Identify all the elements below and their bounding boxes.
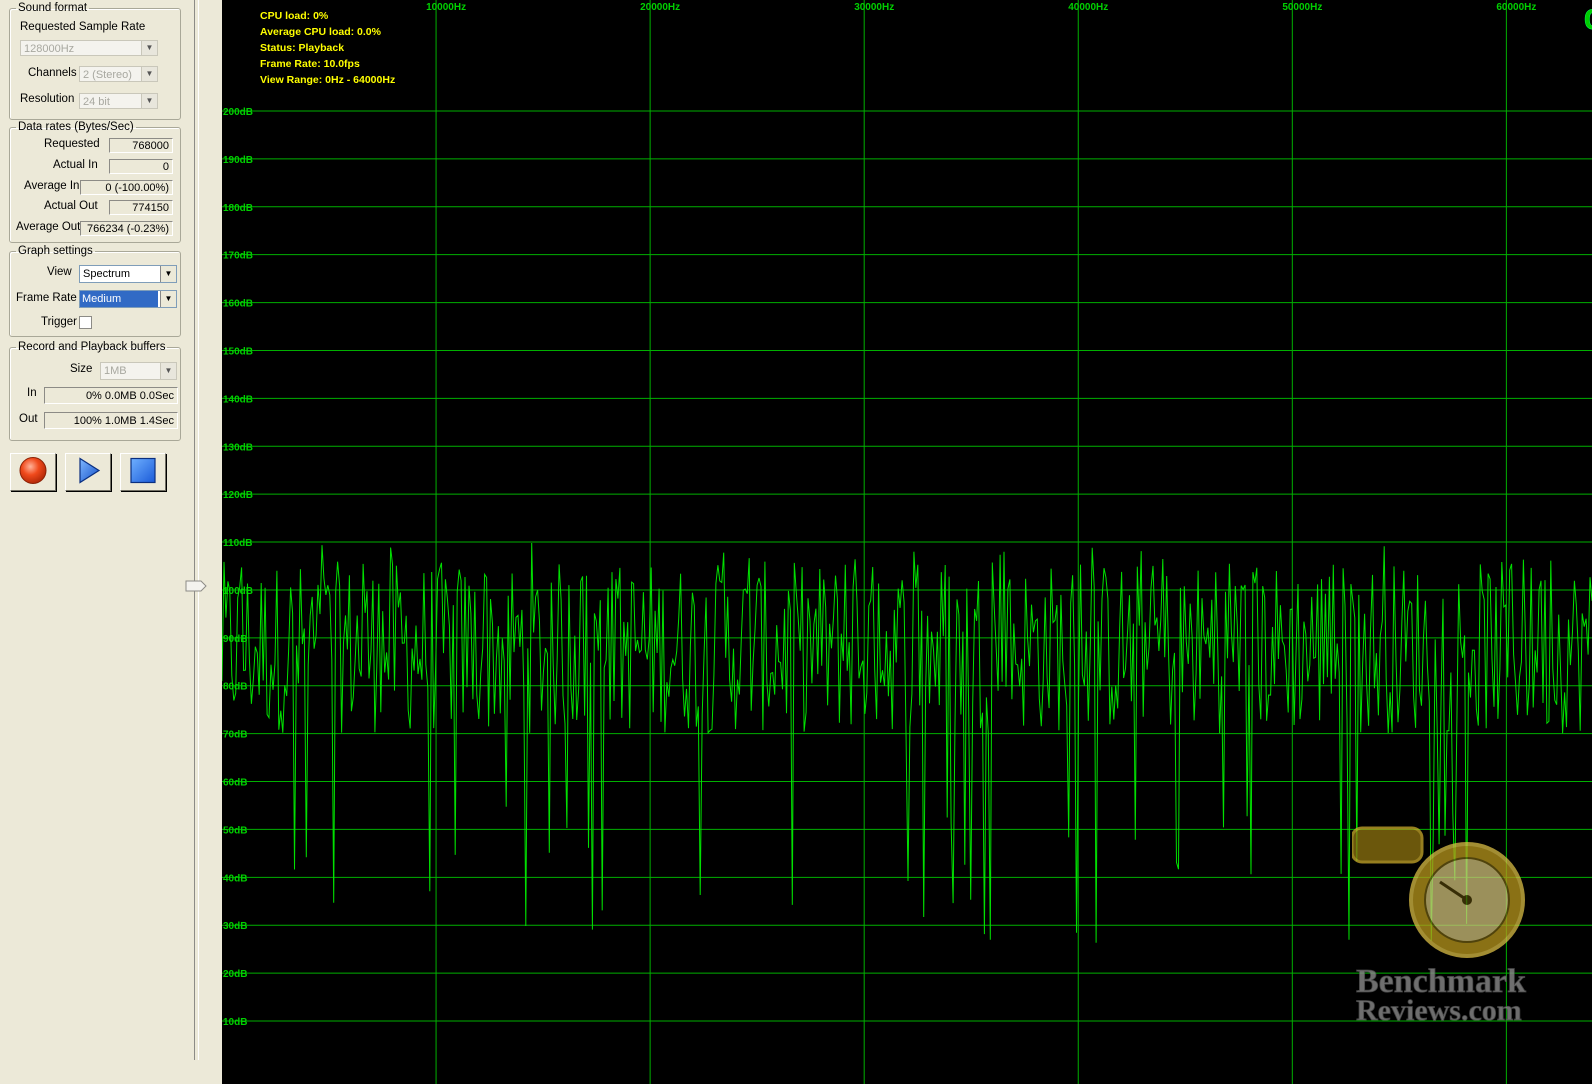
y-tick-label: 50dB <box>223 825 247 836</box>
stop-icon <box>128 456 158 489</box>
view-value: Spectrum <box>83 268 131 280</box>
channels-value: 2 (Stereo) <box>83 69 132 81</box>
frame-rate-label: Frame Rate <box>16 292 77 304</box>
y-tick-label: 20dB <box>223 969 247 980</box>
resolution-select[interactable]: 24 bit ▼ <box>79 93 158 109</box>
view-range-text: View Range: 0Hz - 64000Hz <box>260 74 396 86</box>
chevron-down-icon: ▼ <box>141 67 157 81</box>
actual-out-label: Actual Out <box>44 200 98 212</box>
sound-format-legend: Sound format <box>18 2 88 14</box>
trigger-checkbox[interactable] <box>79 316 92 329</box>
frame-rate-text: Frame Rate: 10.0fps <box>260 58 360 70</box>
buffer-in-value: 0% 0.0MB 0.0Sec <box>44 387 178 404</box>
control-panel: Sound format Requested Sample Rate 12800… <box>0 0 222 1084</box>
average-out-value: 766234 (-0.23%) <box>80 221 173 236</box>
y-tick-label: 80dB <box>223 682 247 693</box>
y-tick-label: 110dB <box>223 538 252 549</box>
average-in-value: 0 (-100.00%) <box>80 180 173 195</box>
play-icon <box>73 456 103 489</box>
resolution-label: Resolution <box>20 93 75 105</box>
size-label: Size <box>70 363 93 375</box>
x-tick-label: 40000Hz <box>1068 2 1108 13</box>
turbo-gauge-icon <box>1352 826 1525 958</box>
buffer-out-value: 100% 1.0MB 1.4Sec <box>44 412 178 429</box>
buffer-size-select[interactable]: 1MB ▼ <box>100 362 177 380</box>
y-tick-label: 90dB <box>223 634 247 645</box>
out-logo-text: OUT <box>1584 5 1592 32</box>
y-tick-label: 200dB <box>223 107 253 118</box>
trigger-label: Trigger <box>41 316 77 328</box>
view-label: View <box>47 266 72 278</box>
sample-rate-value: 128000Hz <box>24 43 75 55</box>
cpu-load-text: CPU load: 0% <box>260 10 329 22</box>
x-tick-label: 20000Hz <box>640 2 680 13</box>
y-tick-label: 180dB <box>223 203 253 214</box>
view-select[interactable]: Spectrum ▼ <box>79 265 177 283</box>
buffer-size-value: 1MB <box>104 365 127 377</box>
x-tick-label: 50000Hz <box>1282 2 1322 13</box>
resolution-value: 24 bit <box>83 96 110 108</box>
y-tick-label: 70dB <box>223 730 247 741</box>
chevron-down-icon: ▼ <box>160 266 176 282</box>
out-label: Out <box>19 413 38 425</box>
y-tick-label: 170dB <box>223 251 253 262</box>
y-tick-label: 60dB <box>223 778 247 789</box>
frame-rate-value: Medium <box>80 291 158 307</box>
y-tick-label: 10dB <box>223 1017 247 1028</box>
x-tick-label: 30000Hz <box>854 2 894 13</box>
y-tick-label: 40dB <box>223 873 247 884</box>
channels-select[interactable]: 2 (Stereo) ▼ <box>79 66 158 82</box>
stop-button[interactable] <box>120 453 166 491</box>
actual-in-label: Actual In <box>53 159 98 171</box>
y-tick-label: 120dB <box>223 490 253 501</box>
y-tick-label: 130dB <box>223 442 253 453</box>
y-tick-label: 140dB <box>223 394 253 405</box>
requested-value: 768000 <box>109 138 173 153</box>
sample-rate-select[interactable]: 128000Hz ▼ <box>20 40 158 56</box>
chevron-down-icon: ▼ <box>141 41 157 55</box>
data-rates-legend: Data rates (Bytes/Sec) <box>18 121 134 133</box>
level-slider-track[interactable] <box>194 0 199 1060</box>
buffers-legend: Record and Playback buffers <box>18 341 166 353</box>
y-tick-label: 190dB <box>223 155 253 166</box>
chevron-down-icon: ▼ <box>160 291 176 307</box>
y-tick-label: 160dB <box>223 299 253 310</box>
level-slider-thumb[interactable] <box>185 579 207 596</box>
average-out-label: Average Out <box>16 221 81 233</box>
x-tick-label: 10000Hz <box>426 2 466 13</box>
y-tick-label: 30dB <box>223 921 247 932</box>
average-in-label: Average In <box>24 180 80 192</box>
actual-in-value: 0 <box>109 159 173 174</box>
sample-rate-label: Requested Sample Rate <box>20 21 146 33</box>
avg-cpu-load-text: Average CPU load: 0.0% <box>260 26 381 38</box>
x-tick-label: 60000Hz <box>1496 2 1536 13</box>
status-text: Status: Playback <box>260 42 345 54</box>
in-label: In <box>27 387 37 399</box>
chevron-down-icon: ▼ <box>160 363 176 379</box>
channels-label: Channels <box>28 67 77 79</box>
watermark-line2: Reviews.com <box>1356 994 1522 1027</box>
frame-rate-select[interactable]: Medium ▼ <box>79 290 177 308</box>
actual-out-value: 774150 <box>109 200 173 215</box>
spectrum-display: 200dB 190dB 180dB 170dB 160dB 150dB 140dB 130dB… <box>222 0 1592 1084</box>
record-icon <box>18 456 48 489</box>
record-button[interactable] <box>10 453 56 491</box>
requested-label: Requested <box>44 138 100 150</box>
y-tick-label: 150dB <box>223 346 253 357</box>
play-button[interactable] <box>65 453 111 491</box>
chevron-down-icon: ▼ <box>141 94 157 108</box>
graph-settings-legend: Graph settings <box>18 245 93 257</box>
